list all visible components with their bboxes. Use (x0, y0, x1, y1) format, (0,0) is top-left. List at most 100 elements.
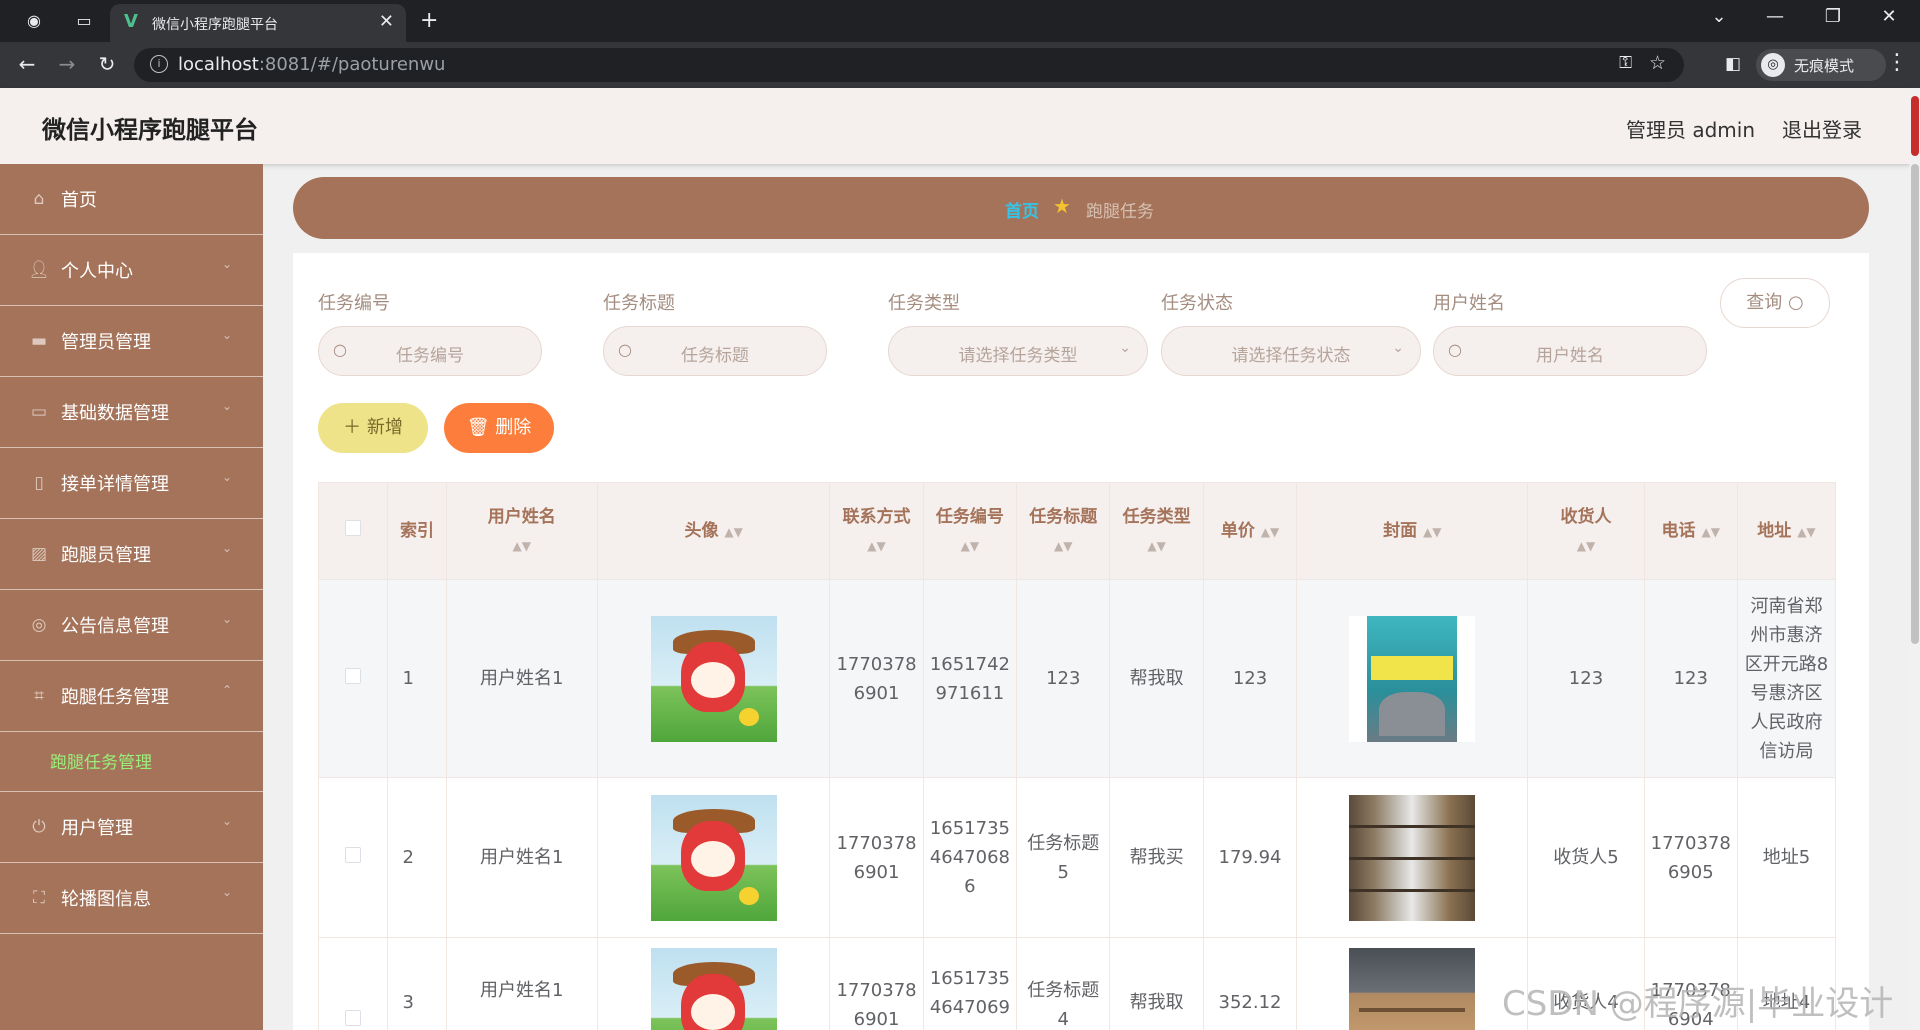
column-header[interactable]: 联系方式 ▲▼ (829, 482, 924, 580)
sort-icon[interactable]: ▲▼ (513, 539, 531, 553)
chevron-up-icon: ⌃ (222, 683, 233, 697)
sidebar-subitem-tasks[interactable]: 跑腿任务管理 (0, 732, 263, 792)
header-scrollbar-thumb[interactable] (1911, 96, 1919, 156)
task-no-input[interactable]: ○ 任务编号 (318, 326, 542, 376)
sort-icon[interactable]: ▲▼ (1577, 539, 1595, 553)
close-window-icon[interactable]: ✕ (1866, 6, 1912, 27)
sort-icon[interactable]: ▲▼ (1054, 539, 1072, 553)
avatar-cell (597, 777, 831, 938)
chevron-down-icon: ⌄ (222, 470, 233, 484)
sidebar-item-announcements[interactable]: ◎ 公告信息管理 ⌄ (0, 590, 263, 661)
sidebar-item-profile[interactable]: 👤︎ 个人中心 ⌄ (0, 235, 263, 306)
select-all-checkbox[interactable] (345, 520, 362, 536)
cover-image[interactable] (1349, 615, 1476, 742)
column-header[interactable]: 电话 ▲▼ (1643, 482, 1738, 580)
restore-icon[interactable]: ❐ (1810, 6, 1856, 27)
column-header[interactable]: 头像 ▲▼ (597, 482, 831, 580)
back-icon[interactable]: ← (14, 52, 40, 76)
cover-image[interactable] (1349, 948, 1476, 1030)
task-type-select[interactable]: 请选择任务类型 ⌄ (888, 326, 1148, 376)
column-header[interactable]: 任务类型 ▲▼ (1109, 482, 1204, 580)
sort-icon[interactable]: ▲▼ (1147, 539, 1165, 553)
forward-icon[interactable]: → (54, 52, 80, 76)
sidebar-item-home[interactable]: ⌂ 首页 (0, 164, 263, 235)
sort-icon[interactable]: ▲▼ (724, 525, 742, 539)
task-status-select[interactable]: 请选择任务状态 ⌄ (1161, 326, 1421, 376)
row-checkbox-cell[interactable] (317, 777, 389, 938)
select-placeholder: 请选择任务类型 (958, 346, 1078, 366)
sort-icon[interactable]: ▲▼ (1701, 525, 1719, 539)
select-placeholder: 请选择任务状态 (1231, 346, 1351, 366)
column-header[interactable]: 用户姓名 ▲▼ (445, 482, 599, 580)
browser-menu-icon[interactable]: ◉ (22, 9, 46, 33)
column-header[interactable]: 封面 ▲▼ (1296, 482, 1529, 580)
chevron-down-icon: ⌄ (222, 885, 233, 899)
row-checkbox[interactable] (345, 668, 362, 684)
new-tab-icon[interactable]: + (420, 8, 438, 33)
task-no-cell: 16517354647068 6 (922, 777, 1018, 938)
row-checkbox[interactable] (345, 847, 362, 863)
sort-icon[interactable]: ▲▼ (1797, 525, 1815, 539)
sort-icon[interactable]: ▲▼ (867, 539, 885, 553)
tab-list-icon[interactable]: ⌄ (1696, 6, 1742, 27)
cover-image[interactable] (1349, 794, 1476, 921)
mobile-icon: ▯ (34, 473, 44, 493)
sidebar-toggle-icon[interactable]: ◧ (1722, 54, 1744, 76)
incognito-profile-button[interactable]: ◎ 无痕模式 (1756, 49, 1886, 81)
receiver-cell: 收货人5 (1527, 777, 1645, 938)
row-checkbox-cell[interactable] (317, 937, 389, 1030)
browser-tab[interactable]: V 微信小程序跑腿平台 ✕ (110, 4, 406, 42)
column-header[interactable]: 任务标题 ▲▼ (1016, 482, 1111, 580)
browser-tab-bar: ◉ ▭ V 微信小程序跑腿平台 ✕ + ⌄ — ❐ ✕ (0, 0, 1920, 42)
address-bar[interactable]: i localhost:8081/#/paoturenwu ⚿ ☆ (134, 48, 1684, 82)
site-info-icon[interactable]: i (150, 55, 168, 73)
sidebar-item-admins[interactable]: ▬ 管理员管理 ⌄ (0, 306, 263, 377)
avatar-image[interactable] (650, 615, 777, 742)
query-button-label: 查询 (1746, 292, 1783, 313)
filter-label-task-no: 任务编号 (318, 293, 390, 314)
avatar-image[interactable] (650, 948, 777, 1030)
password-key-icon[interactable]: ⚿ (1619, 53, 1632, 73)
reload-icon[interactable]: ↻ (94, 52, 120, 76)
chevron-down-icon: ⌄ (222, 541, 233, 555)
sidebar-item-runners[interactable]: ▨ 跑腿员管理 ⌄ (0, 519, 263, 590)
table-row[interactable]: 1 用户姓名1 17703786901 1651742971611 123 帮我… (317, 579, 1837, 778)
column-header[interactable]: 地址 ▲▼ (1736, 482, 1837, 580)
browser-menu-dots-icon[interactable]: ⋮ (1886, 50, 1908, 75)
close-tab-icon[interactable]: ✕ (379, 11, 394, 32)
logout-button[interactable]: 退出登录 (1782, 114, 1862, 143)
column-header[interactable]: 单价 ▲▼ (1202, 482, 1298, 580)
sidebar-item-users[interactable]: ⏻ 用户管理 ⌄ (0, 792, 263, 863)
user-name-input[interactable]: ○ 用户姓名 (1433, 326, 1707, 376)
tab-search-icon[interactable]: ▭ (72, 9, 96, 33)
sidebar-item-carousel[interactable]: ⛶ 轮播图信息 ⌄ (0, 863, 263, 934)
task-no-cell: 1651742971611 (922, 579, 1018, 778)
column-header[interactable]: 任务编号 ▲▼ (922, 482, 1018, 580)
filter-label-task-type: 任务类型 (888, 293, 960, 314)
breadcrumb-home[interactable]: 首页 (1005, 197, 1039, 222)
minimize-icon[interactable]: — (1752, 6, 1798, 27)
select-all-checkbox-cell[interactable] (317, 482, 389, 580)
tab-title: 微信小程序跑腿平台 (152, 17, 278, 33)
avatar-image[interactable] (650, 794, 777, 921)
delete-button[interactable]: 🗑︎ 删除 (444, 403, 554, 453)
table-row[interactable]: 2 用户姓名1 17703786901 16517354647068 6 任务标… (317, 777, 1837, 938)
task-title-input[interactable]: ○ 任务标题 (603, 326, 827, 376)
app-title: 微信小程序跑腿平台 (42, 116, 258, 144)
row-checkbox-cell[interactable] (317, 579, 389, 778)
add-button[interactable]: ＋ 新增 (318, 403, 428, 453)
delete-button-label: 删除 (495, 417, 532, 438)
breadcrumb-current: 跑腿任务 (1086, 202, 1154, 222)
sidebar-item-base-data[interactable]: ▭ 基础数据管理 ⌄ (0, 377, 263, 448)
page-scrollbar-thumb[interactable] (1911, 164, 1919, 644)
query-button[interactable]: 查询 ○ (1720, 278, 1830, 328)
row-checkbox[interactable] (345, 1010, 362, 1026)
sort-icon[interactable]: ▲▼ (1423, 525, 1441, 539)
sidebar-item-tasks[interactable]: ⌗ 跑腿任务管理 ⌃ (0, 661, 263, 732)
sort-icon[interactable]: ▲▼ (1261, 525, 1279, 539)
column-header[interactable]: 收货人 ▲▼ (1527, 482, 1645, 580)
sort-icon[interactable]: ▲▼ (961, 539, 979, 553)
sidebar-item-order-details[interactable]: ▯ 接单详情管理 ⌄ (0, 448, 263, 519)
bookmark-star-icon[interactable]: ☆ (1649, 52, 1666, 74)
contact-cell: 17703786901 (829, 937, 924, 1030)
